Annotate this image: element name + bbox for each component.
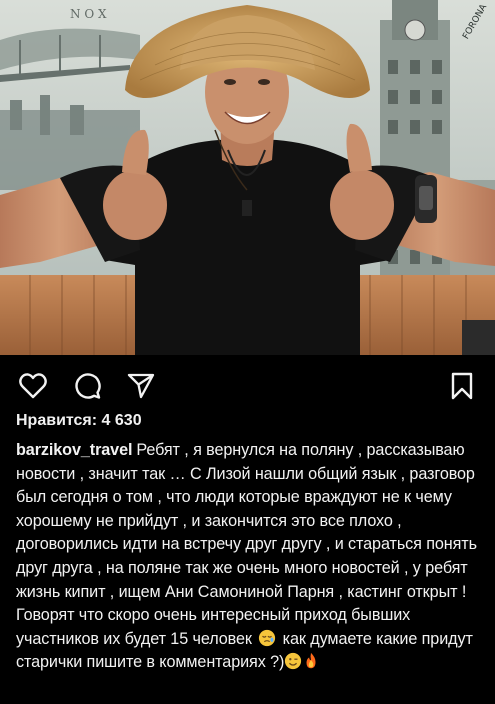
post-photo-image: N O X FORONA xyxy=(0,0,495,355)
post-actions-bar xyxy=(0,355,495,410)
svg-text:N O X: N O X xyxy=(70,7,107,21)
fire-emoji xyxy=(306,653,316,669)
like-button[interactable] xyxy=(18,371,48,401)
winking-face-emoji xyxy=(285,653,302,670)
likes-label: Нравится: xyxy=(16,412,98,429)
instagram-post-screen: N O X FORONA Нравится: 4 630 barzikov_tr… xyxy=(0,0,495,704)
comment-button[interactable] xyxy=(72,371,102,401)
heart-outline-icon xyxy=(19,373,47,399)
caption-username[interactable]: barzikov_travel xyxy=(16,441,132,459)
likes-line[interactable]: Нравится: 4 630 xyxy=(16,412,142,430)
post-caption: barzikov_travel Ребят , я вернулся на пол… xyxy=(16,439,481,675)
bookmark-icon xyxy=(451,372,473,400)
speech-bubble-icon xyxy=(75,373,101,399)
post-photo[interactable]: N O X FORONA xyxy=(0,0,495,355)
caption-text: Ребят , я вернулся на поляну , рассказыв… xyxy=(16,441,477,648)
share-button[interactable] xyxy=(126,371,156,401)
likes-count: 4 630 xyxy=(101,412,142,429)
paper-plane-icon xyxy=(127,373,155,399)
sleepy-face-emoji xyxy=(259,629,276,646)
save-button[interactable] xyxy=(447,371,477,401)
